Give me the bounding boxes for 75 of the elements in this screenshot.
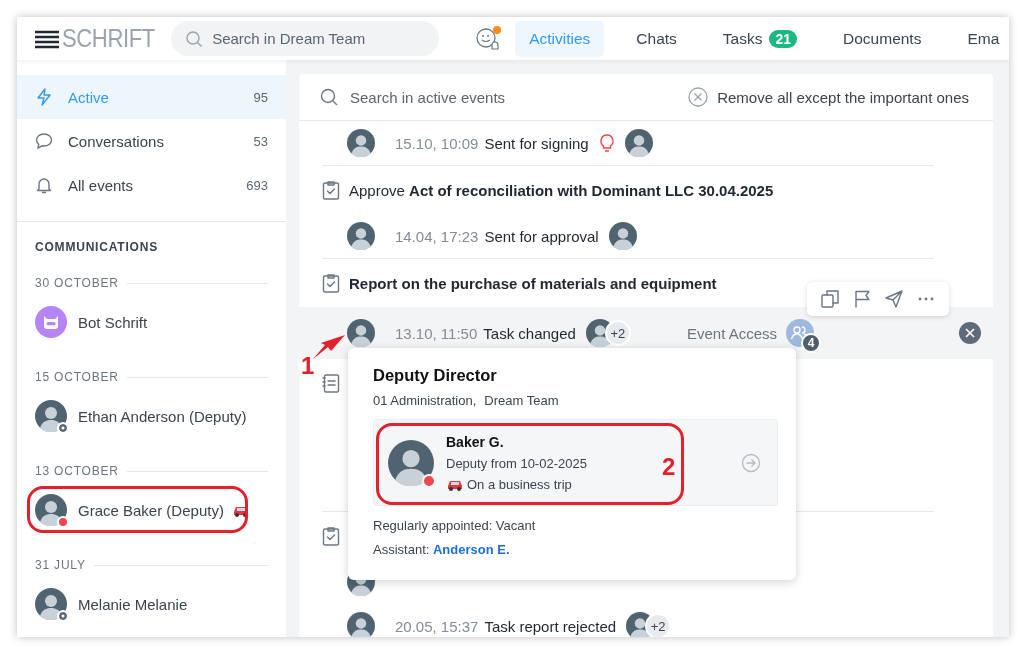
tab[interactable]: Ema	[953, 20, 1009, 57]
appointed-text: Regularly appointed: Vacant	[373, 518, 537, 533]
count: 95	[253, 89, 268, 105]
task-title[interactable]: Approve Act of reconciliation with Dominant LLC 30.04.2025	[349, 181, 774, 199]
avatar	[347, 129, 375, 157]
avatar	[388, 439, 434, 486]
event-time: 14.04, 17:23	[395, 227, 479, 245]
nav-item[interactable]: Active 95	[17, 75, 286, 119]
search-icon	[320, 88, 338, 106]
date-label: 13 OCTOBER	[35, 464, 119, 478]
count-badge: 21	[769, 29, 798, 48]
event-time: 15.10, 10:09	[395, 134, 479, 152]
assistant-link[interactable]: Anderson E.	[432, 542, 510, 557]
avatar	[347, 612, 375, 637]
bell-icon	[34, 175, 54, 195]
event-text: Task changed	[483, 324, 576, 342]
callout-number: 2	[662, 455, 676, 479]
nav-item[interactable]: All events 693	[17, 163, 286, 207]
tab[interactable]: Tasks 21	[708, 20, 812, 57]
avatar	[35, 494, 67, 526]
avatar	[35, 400, 67, 432]
tab[interactable]: Documents	[829, 20, 936, 57]
clipboard-check-icon	[322, 526, 340, 546]
avatar	[35, 588, 67, 620]
contact-item[interactable]: Bot Schrift	[35, 306, 268, 338]
contact-item[interactable]: Grace Baker (Deputy)	[35, 494, 268, 526]
popup-title: Deputy Director	[373, 366, 498, 385]
clipboard-check-icon	[322, 180, 340, 200]
tab[interactable]: Chats	[622, 20, 691, 57]
clear-button[interactable]: Remove all except the important ones	[688, 87, 969, 107]
count: 693	[246, 177, 268, 193]
copy-icon[interactable]	[821, 290, 839, 308]
event-text: Sent for signing	[484, 134, 589, 152]
section-heading: COMMUNICATIONS	[35, 240, 159, 254]
search-field[interactable]: Search in active events	[350, 85, 677, 109]
avatar	[624, 129, 653, 157]
event-time: 20.05, 15:37	[395, 617, 479, 635]
callout-number: 1	[301, 354, 315, 378]
contact-item[interactable]: Ethan Anderson (Deputy)	[35, 400, 268, 432]
chat-bell-icon[interactable]	[475, 25, 502, 52]
event-text: Task report rejected	[484, 617, 617, 635]
deputy-date: Deputy from 10-02-2025	[446, 455, 587, 471]
chat-bubble-icon	[34, 131, 54, 151]
send-icon[interactable]	[885, 290, 903, 308]
task-title[interactable]: Report on the purchase of materials and equipment	[349, 274, 717, 292]
bot-avatar	[35, 306, 67, 338]
search-icon	[185, 30, 204, 48]
clipboard-check-icon	[322, 273, 340, 293]
flag-icon[interactable]	[853, 290, 871, 308]
event-text: Sent for approval	[484, 227, 599, 245]
date-label: 31 JULY	[35, 558, 86, 572]
count-badge: 4	[801, 333, 822, 353]
event-time: 13.10, 11:50	[395, 324, 478, 342]
contact-item[interactable]: Melanie Melanie	[35, 588, 268, 620]
close-button[interactable]	[959, 322, 981, 344]
count: 53	[253, 133, 268, 149]
more-count: +2	[645, 613, 672, 637]
avatar	[608, 222, 637, 250]
close-icon	[965, 328, 975, 338]
search-field[interactable]: Search in Dream Team	[171, 21, 440, 56]
date-label: 30 OCTOBER	[35, 276, 119, 290]
assistant-label: Assistant:	[373, 542, 431, 557]
close-circle-icon	[688, 87, 709, 107]
date-label: 15 OCTOBER	[35, 370, 119, 384]
event-access-label: Event Access	[687, 324, 778, 342]
avatar	[347, 222, 375, 250]
avatar	[347, 319, 375, 347]
unit-label: Dream Team	[484, 393, 559, 408]
logo: SCHRIFT	[62, 23, 155, 54]
unit-label: 01 Administration,	[373, 393, 477, 408]
menu-icon[interactable]	[35, 28, 59, 49]
status-note: On a business trip	[467, 476, 572, 492]
document-icon	[322, 373, 340, 393]
person-name: Baker G.	[446, 433, 504, 450]
nav-item[interactable]: Conversations 53	[17, 119, 286, 163]
